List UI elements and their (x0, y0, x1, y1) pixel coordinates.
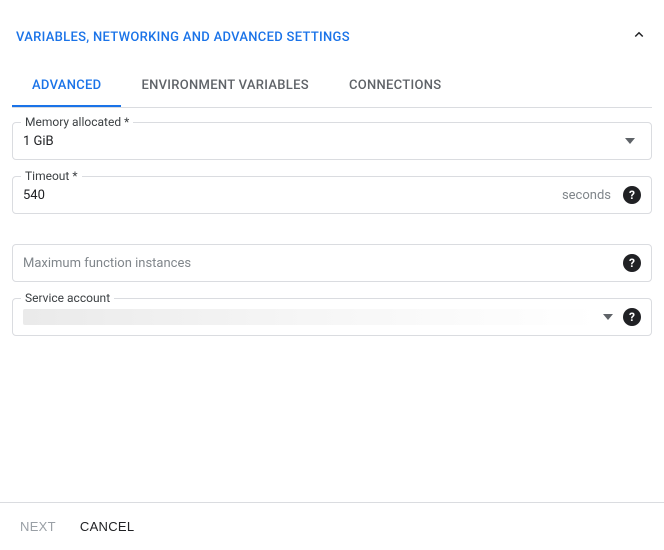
help-icon[interactable]: ? (623, 308, 641, 326)
timeout-label: Timeout (21, 169, 82, 183)
max-instances-field[interactable]: Maximum function instances ? (12, 244, 652, 282)
help-icon[interactable]: ? (623, 186, 641, 204)
chevron-down-icon (603, 314, 613, 320)
help-icon[interactable]: ? (623, 254, 641, 272)
timeout-value: 540 (23, 188, 562, 203)
timeout-field[interactable]: Timeout 540 seconds ? (12, 176, 652, 214)
advanced-section-toggle[interactable]: VARIABLES, NETWORKING AND ADVANCED SETTI… (12, 16, 652, 58)
service-account-value (23, 309, 597, 325)
service-account-label: Service account (21, 291, 114, 305)
memory-allocated-value: 1 GiB (23, 134, 619, 149)
next-button[interactable]: NEXT (20, 519, 56, 534)
service-account-select[interactable]: Service account ? (12, 298, 652, 336)
footer: NEXT CANCEL (0, 502, 664, 550)
tabs: ADVANCED ENVIRONMENT VARIABLES CONNECTIO… (12, 66, 652, 108)
section-title: VARIABLES, NETWORKING AND ADVANCED SETTI… (16, 30, 350, 45)
tab-environment-variables[interactable]: ENVIRONMENT VARIABLES (121, 66, 328, 107)
tab-advanced[interactable]: ADVANCED (12, 66, 121, 107)
tab-connections[interactable]: CONNECTIONS (329, 66, 462, 107)
memory-allocated-label: Memory allocated (21, 115, 133, 129)
memory-allocated-select[interactable]: Memory allocated 1 GiB (12, 122, 652, 160)
chevron-up-icon (630, 26, 648, 48)
chevron-down-icon (625, 138, 635, 144)
cancel-button[interactable]: CANCEL (80, 519, 135, 534)
timeout-unit: seconds (562, 188, 611, 203)
max-instances-placeholder: Maximum function instances (23, 256, 619, 271)
